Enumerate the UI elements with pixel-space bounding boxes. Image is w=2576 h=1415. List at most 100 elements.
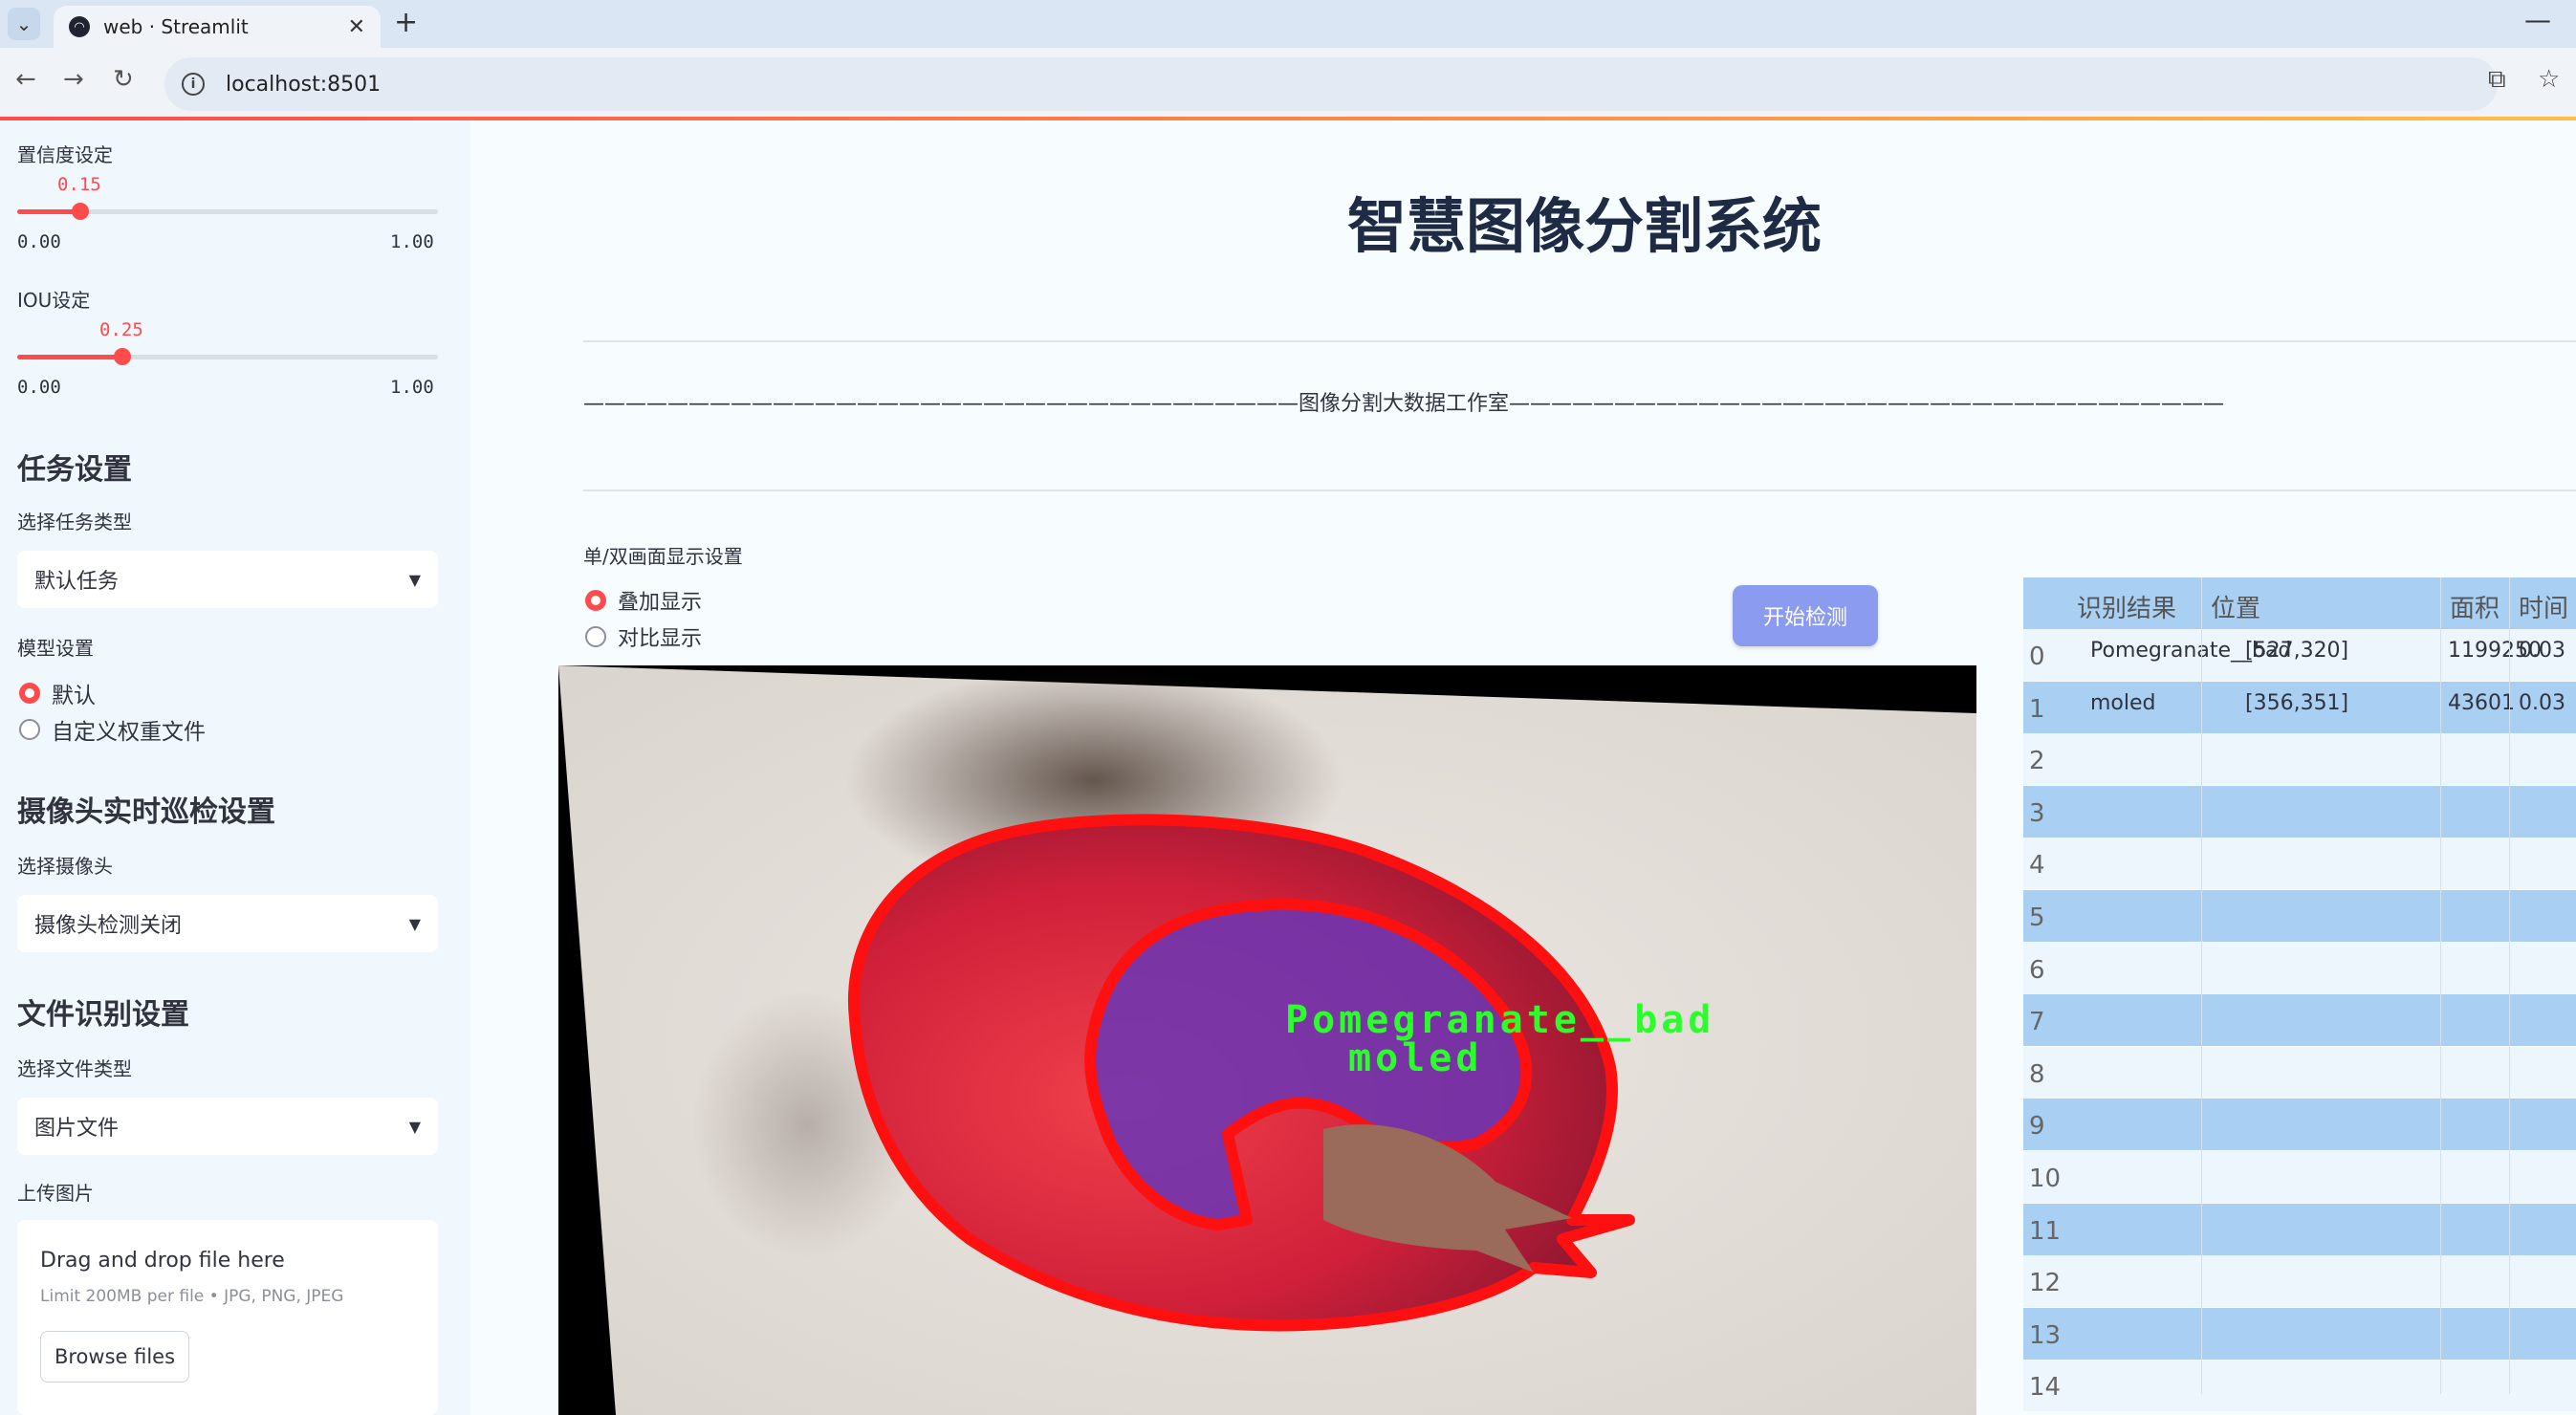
row-index: 1 [2029,694,2045,724]
table-row[interactable]: 4 [2023,838,2576,890]
table-row[interactable]: 13 [2023,1307,2576,1360]
column-header-time[interactable]: 时间 [2519,589,2568,624]
model-option-label: 默认 [52,684,96,708]
task-type-select[interactable]: 默认任务 ▼ [17,551,438,608]
start-detection-button[interactable]: 开始检测 [1733,585,1878,646]
column-divider [2440,577,2441,1394]
cell-area: 43601 [2448,690,2515,715]
cell-position: [356,351] [2245,690,2349,715]
new-tab-icon[interactable]: + [394,6,418,39]
table-row[interactable]: 8 [2023,1046,2576,1099]
confidence-max: 1.00 [390,231,434,252]
tab-title: web · Streamlit [103,15,249,38]
model-option-default[interactable]: 默认 [19,677,96,709]
display-option-label: 叠加显示 [618,591,703,615]
table-row[interactable]: 3 [2023,785,2576,838]
column-header-result[interactable]: 识别结果 [2077,589,2176,624]
display-option-label: 对比显示 [618,627,703,651]
row-index: 0 [2029,642,2045,671]
row-index: 8 [2029,1059,2045,1089]
iou-value: 0.25 [99,319,143,340]
forward-arrow-icon[interactable]: → [63,65,84,94]
iou-max: 1.00 [390,377,434,398]
table-row[interactable]: 1 moled [356,351] 43601 0.03 [2023,681,2576,733]
radio-selected-icon [585,590,606,611]
column-header-position[interactable]: 位置 [2211,589,2260,624]
row-index: 9 [2029,1112,2045,1142]
streamlit-favicon-icon: ◠ [69,16,90,37]
upload-label: 上传图片 [17,1182,94,1205]
minimize-window-icon[interactable]: — [2524,4,2551,35]
row-index: 7 [2029,1008,2045,1037]
table-row[interactable]: 10 [2023,1151,2576,1203]
table-row[interactable]: 11 [2023,1203,2576,1255]
model-option-custom[interactable]: 自定义权重文件 [19,713,206,746]
result-image: Pomegranate__bad moled [558,665,1976,1415]
upload-limit: Limit 200MB per file • JPG, PNG, JPEG [40,1287,344,1306]
table-row[interactable]: 14 [2023,1360,2576,1412]
display-option-compare[interactable]: 对比显示 [585,621,702,652]
close-tab-icon[interactable]: ✕ [348,15,365,39]
table-header: 识别结果 位置 面积 时间 [2023,577,2576,629]
bookmark-star-icon[interactable]: ☆ [2538,65,2560,94]
row-index: 10 [2029,1165,2062,1193]
tab-search-chevron-icon[interactable]: ⌄ [8,8,40,40]
chevron-down-icon: ▼ [408,914,421,933]
task-heading: 任务设置 [17,453,132,487]
camera-label: 选择摄像头 [17,855,113,878]
cell-position: [527,320] [2245,639,2349,663]
table-row[interactable]: 5 [2023,890,2576,942]
browser-navbar: ← → ↻ i localhost:8501 ⧉ ☆ [0,48,2576,119]
reload-icon[interactable]: ↻ [113,65,134,94]
file-type-value: 图片文件 [34,1117,120,1141]
row-index: 13 [2029,1320,2062,1350]
iou-slider-fill [17,355,122,359]
iou-min: 0.00 [17,377,61,398]
display-option-overlay[interactable]: 叠加显示 [585,585,702,616]
camera-value: 摄像头检测关闭 [34,914,183,938]
radio-unselected-icon [19,719,40,740]
file-uploader-dropzone[interactable]: Drag and drop file here Limit 200MB per … [17,1220,438,1415]
table-row[interactable]: 12 [2023,1255,2576,1308]
browser-tab[interactable]: ◠ web · Streamlit ✕ [54,6,381,48]
browse-files-button[interactable]: Browse files [40,1331,189,1382]
task-type-value: 默认任务 [34,570,120,594]
model-label: 模型设置 [17,637,94,660]
confidence-slider[interactable] [17,203,438,220]
file-type-select[interactable]: 图片文件 ▼ [17,1098,438,1155]
row-index: 14 [2029,1373,2062,1403]
file-type-label: 选择文件类型 [17,1057,132,1080]
overlay-label-moled: moled [1348,1036,1483,1080]
row-index: 4 [2029,851,2045,881]
table-row[interactable]: 0 Pomegranate__bad [527,320] 1199250 0.03 [2023,629,2576,681]
iou-slider-thumb[interactable] [114,348,131,365]
translate-icon[interactable]: ⧉ [2488,65,2506,95]
site-info-icon[interactable]: i [182,73,205,96]
address-bar[interactable]: i localhost:8501 [164,57,2498,111]
table-row[interactable]: 7 [2023,994,2576,1047]
table-row[interactable]: 6 [2023,942,2576,994]
segmentation-canvas [558,665,1976,1415]
task-type-label: 选择任务类型 [17,511,132,533]
column-header-area[interactable]: 面积 [2450,589,2500,624]
cell-time: 0.03 [2519,639,2565,663]
table-row[interactable]: 9 [2023,1099,2576,1151]
cell-time: 0.03 [2519,690,2565,715]
back-arrow-icon[interactable]: ← [15,65,36,94]
camera-select[interactable]: 摄像头检测关闭 ▼ [17,895,438,952]
table-row[interactable]: 2 [2023,733,2576,786]
model-option-label: 自定义权重文件 [52,720,206,745]
column-divider [2201,577,2202,1394]
chevron-down-icon: ▼ [408,570,421,589]
confidence-slider-thumb[interactable] [72,203,89,220]
file-heading: 文件识别设置 [17,998,189,1032]
confidence-value: 0.15 [57,174,101,195]
cell-result: moled [2090,690,2156,715]
row-index: 11 [2029,1216,2062,1246]
iou-label: IOU设定 [17,289,91,312]
url-text: localhost:8501 [226,72,382,97]
confidence-min: 0.00 [17,231,61,252]
page-title: 智慧图像分割系统 [1346,191,1822,261]
iou-slider[interactable] [17,348,438,365]
radio-selected-icon [19,683,40,704]
